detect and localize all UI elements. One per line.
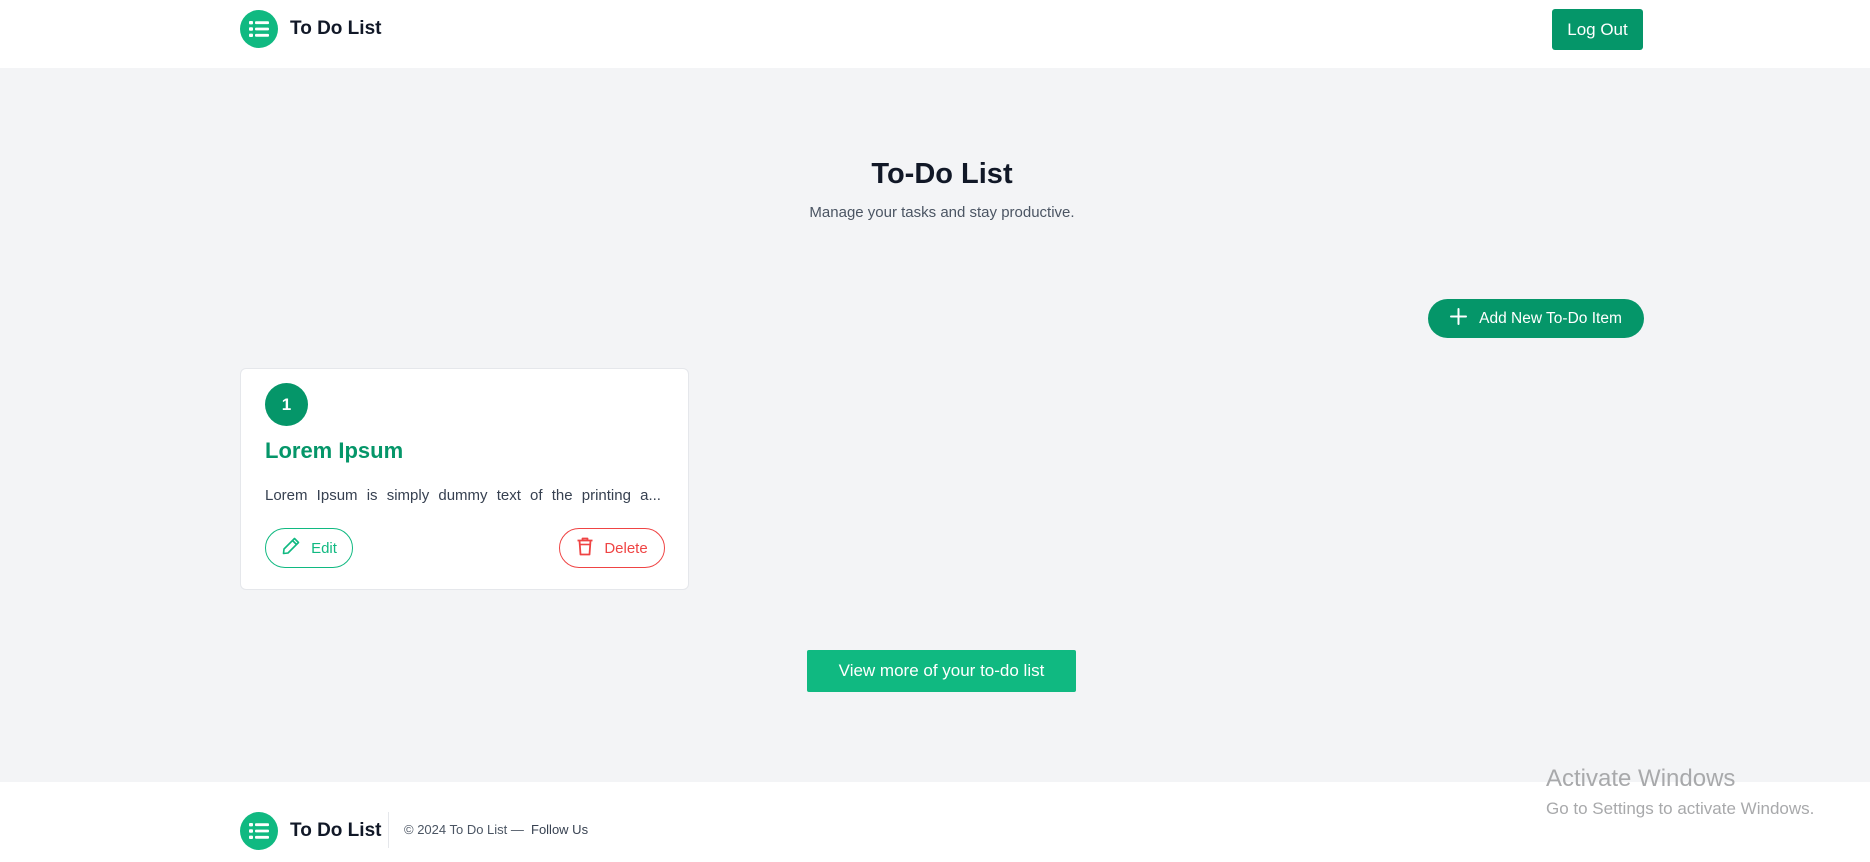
delete-label: Delete (604, 539, 648, 557)
list-icon (240, 10, 278, 48)
windows-activation-watermark: Activate Windows Go to Settings to activ… (1546, 765, 1814, 819)
logout-button[interactable]: Log Out (1552, 9, 1643, 50)
footer-brand-name: To Do List (290, 820, 382, 841)
page-title: To-Do List (871, 158, 1013, 190)
brand-name: To Do List (290, 18, 382, 39)
todo-card: 1 Lorem Ipsum Lorem Ipsum is simply dumm… (240, 368, 689, 590)
edit-label: Edit (311, 539, 337, 557)
watermark-title: Activate Windows (1546, 765, 1736, 792)
watermark-subtitle: Go to Settings to activate Windows. (1546, 799, 1815, 818)
view-more-button[interactable]: View more of your to-do list (807, 650, 1076, 692)
trash-icon (576, 536, 594, 560)
plus-icon (1450, 307, 1468, 330)
footer-divider (388, 812, 389, 848)
todo-number-badge: 1 (265, 383, 308, 426)
brand-link[interactable]: To Do List (240, 10, 381, 48)
add-todo-label: Add New To-Do Item (1479, 309, 1622, 327)
add-todo-button[interactable]: Add New To-Do Item (1428, 299, 1644, 338)
todo-title: Lorem Ipsum (265, 438, 404, 463)
edit-button[interactable]: Edit (265, 528, 353, 568)
pencil-icon (281, 536, 301, 560)
delete-button[interactable]: Delete (559, 528, 665, 568)
footer-brand[interactable]: To Do List (240, 812, 381, 850)
list-icon (240, 812, 278, 850)
footer-copyright: © 2024 To Do List — (404, 822, 524, 837)
navbar: To Do List Log Out (0, 0, 1870, 68)
page-subtitle: Manage your tasks and stay productive. (809, 204, 1075, 221)
follow-us-link[interactable]: Follow Us (531, 822, 588, 837)
todo-description: Lorem Ipsum is simply dummy text of the … (265, 487, 661, 504)
